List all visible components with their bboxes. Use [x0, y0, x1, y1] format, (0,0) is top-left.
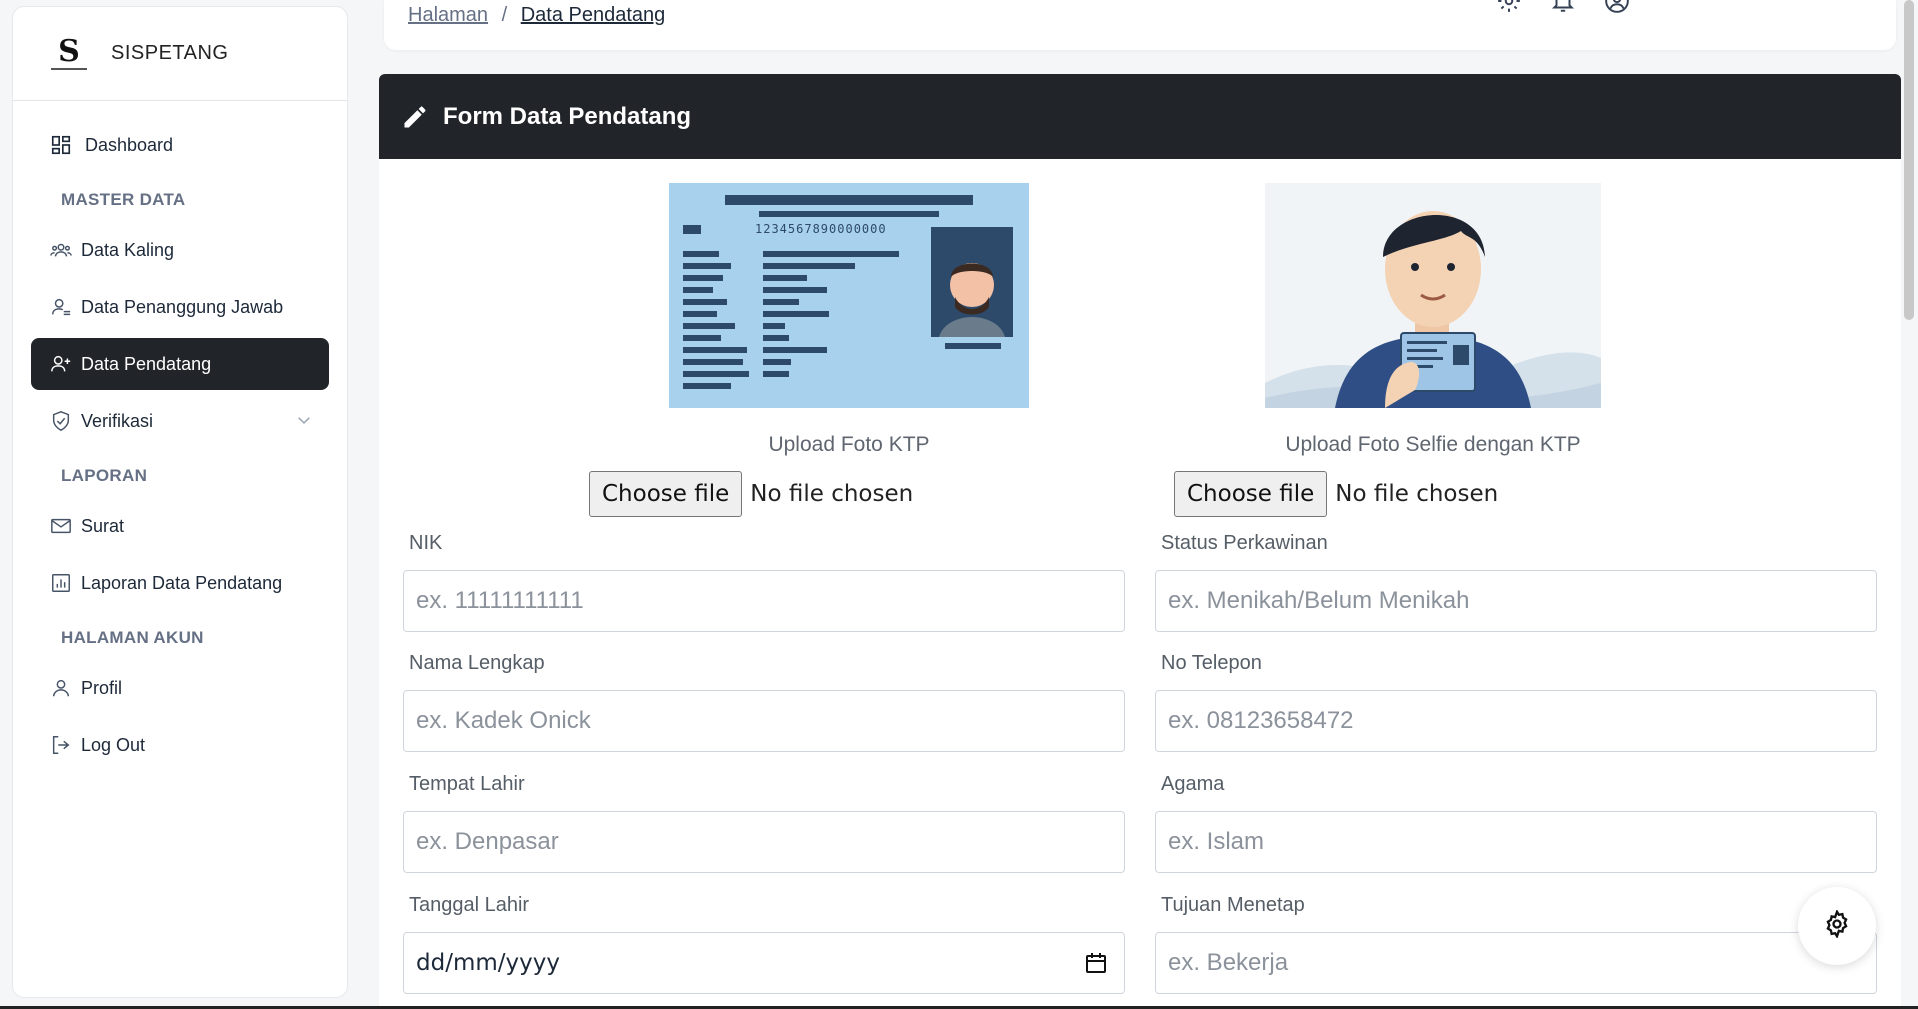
- topbar: Halaman / Data Pendatang: [384, 0, 1896, 50]
- breadcrumb-separator: /: [501, 4, 508, 26]
- upload-ktp: 1234567890000000 Upload Foto KTP: [668, 183, 1030, 457]
- sidebar-item-data-kaling[interactable]: Data Kaling: [31, 224, 329, 276]
- brand-name: SISPETANG: [111, 42, 229, 64]
- no-telepon-input[interactable]: ex. 08123658472: [1155, 690, 1877, 752]
- section-laporan: LAPORAN: [61, 466, 148, 485]
- sidebar-item-data-penanggung-jawab[interactable]: Data Penanggung Jawab: [31, 281, 329, 333]
- selfie-file-input[interactable]: Choose file No file chosen: [1174, 471, 1498, 517]
- form-header: Form Data Pendatang: [379, 74, 1901, 159]
- section-halaman-akun: HALAMAN AKUN: [61, 628, 204, 647]
- sidebar-item-surat[interactable]: Surat: [31, 500, 329, 552]
- upload-ktp-label: Upload Foto KTP: [768, 433, 930, 456]
- users-icon: [49, 238, 73, 262]
- sidebar-item-label: Dashboard: [85, 134, 174, 155]
- sidebar-item-log-out[interactable]: Log Out: [31, 719, 329, 771]
- upload-section: 1234567890000000 Upload Foto KTP Upload …: [379, 159, 1901, 529]
- field-agama: Agama ex. Islam: [1155, 773, 1879, 873]
- sidebar-item-label: Data Penanggung Jawab: [81, 296, 284, 317]
- sidebar-item-label: Log Out: [81, 734, 146, 755]
- selfie-file-status: No file chosen: [1335, 481, 1499, 507]
- sidebar-item-profil[interactable]: Profil: [31, 662, 329, 714]
- selfie-choose-file-button[interactable]: Choose file: [1174, 471, 1328, 517]
- form-title: Form Data Pendatang: [443, 102, 692, 130]
- no-telepon-label: No Telepon: [1161, 652, 1262, 674]
- field-status-perkawinan: Status Perkawinan ex. Menikah/Belum Meni…: [1155, 532, 1879, 632]
- breadcrumb-root-link[interactable]: Halaman: [408, 4, 488, 26]
- user-check-icon: [49, 295, 73, 319]
- tempat-lahir-label: Tempat Lahir: [409, 773, 525, 795]
- dashboard-icon: [49, 133, 73, 157]
- field-nama-lengkap: Nama Lengkap ex. Kadek Onick: [403, 652, 1127, 752]
- shield-icon: [49, 409, 73, 433]
- sidebar: S SISPETANG Dashboard MASTER DATA Data K…: [12, 6, 348, 998]
- sidebar-item-label: Data Kaling: [81, 239, 175, 260]
- settings-icon[interactable]: [1496, 0, 1522, 14]
- gear-icon: [1823, 908, 1851, 943]
- section-master-data: MASTER DATA: [61, 190, 186, 209]
- tanggal-lahir-input[interactable]: dd/mm/yyyy: [403, 932, 1125, 994]
- field-tujuan-menetap: Tujuan Menetap ex. Bekerja: [1155, 894, 1879, 994]
- field-nik: NIK ex. 11111111111: [403, 532, 1127, 632]
- sidebar-item-label: Data Pendatang: [81, 353, 212, 374]
- bell-icon[interactable]: [1550, 0, 1576, 14]
- nik-input[interactable]: ex. 11111111111: [403, 570, 1125, 632]
- sidebar-item-dashboard[interactable]: Dashboard: [31, 119, 329, 171]
- upload-selfie: Upload Foto Selfie dengan KTP: [1264, 183, 1602, 457]
- sidebar-item-label: Laporan Data Pendatang: [81, 572, 283, 593]
- pencil-icon: [401, 103, 429, 131]
- agama-label: Agama: [1161, 773, 1225, 795]
- page-scrollbar[interactable]: [1904, 0, 1914, 320]
- upload-selfie-label: Upload Foto Selfie dengan KTP: [1285, 433, 1581, 456]
- brand-logo: S: [49, 34, 89, 74]
- tanggal-lahir-value: dd/mm/yyyy: [416, 950, 560, 976]
- nama-lengkap-input[interactable]: ex. Kadek Onick: [403, 690, 1125, 752]
- tujuan-menetap-label: Tujuan Menetap: [1161, 894, 1305, 916]
- sidebar-item-data-pendatang[interactable]: Data Pendatang: [31, 338, 329, 390]
- form-card: Form Data Pendatang 1234567890000000 Upl…: [379, 74, 1901, 1009]
- breadcrumb: Halaman / Data Pendatang: [408, 4, 665, 27]
- sidebar-item-label: Profil: [81, 677, 123, 698]
- sidebar-item-verifikasi[interactable]: Verifikasi: [31, 395, 329, 447]
- ktp-file-input[interactable]: Choose file No file chosen: [589, 471, 913, 517]
- field-no-telepon: No Telepon ex. 08123658472: [1155, 652, 1879, 752]
- tujuan-menetap-input[interactable]: ex. Bekerja: [1155, 932, 1877, 994]
- field-tanggal-lahir: Tanggal Lahir dd/mm/yyyy: [403, 894, 1127, 994]
- selfie-illustration: [1265, 183, 1601, 408]
- brand[interactable]: S SISPETANG: [13, 7, 347, 101]
- report-icon: [49, 571, 73, 595]
- logout-icon: [49, 733, 73, 757]
- chevron-down-icon[interactable]: [295, 411, 313, 434]
- ktp-number: 1234567890000000: [755, 222, 887, 236]
- tanggal-lahir-label: Tanggal Lahir: [409, 894, 530, 916]
- sidebar-item-label: Surat: [81, 515, 125, 536]
- user-plus-icon: [49, 352, 73, 376]
- status-perkawinan-label: Status Perkawinan: [1161, 532, 1328, 554]
- sidebar-item-label: Verifikasi: [81, 410, 154, 431]
- brand-logo-letter: S: [58, 33, 80, 69]
- user-icon: [49, 676, 73, 700]
- mail-icon: [49, 514, 73, 538]
- status-perkawinan-input[interactable]: ex. Menikah/Belum Menikah: [1155, 570, 1877, 632]
- nama-lengkap-label: Nama Lengkap: [409, 652, 545, 674]
- breadcrumb-current[interactable]: Data Pendatang: [521, 4, 666, 26]
- sidebar-item-laporan-data-pendatang[interactable]: Laporan Data Pendatang: [31, 557, 329, 609]
- nik-label: NIK: [409, 532, 443, 554]
- ktp-illustration: 1234567890000000: [669, 183, 1029, 408]
- ktp-file-status: No file chosen: [750, 481, 914, 507]
- agama-input[interactable]: ex. Islam: [1155, 811, 1877, 873]
- sidebar-nav: Dashboard MASTER DATA Data Kaling Data P…: [13, 101, 347, 771]
- tempat-lahir-input[interactable]: ex. Denpasar: [403, 811, 1125, 873]
- ktp-choose-file-button[interactable]: Choose file: [589, 471, 743, 517]
- settings-fab-button[interactable]: [1798, 887, 1876, 965]
- account-icon[interactable]: [1604, 0, 1630, 14]
- calendar-icon[interactable]: [1084, 951, 1108, 981]
- field-tempat-lahir: Tempat Lahir ex. Denpasar: [403, 773, 1127, 873]
